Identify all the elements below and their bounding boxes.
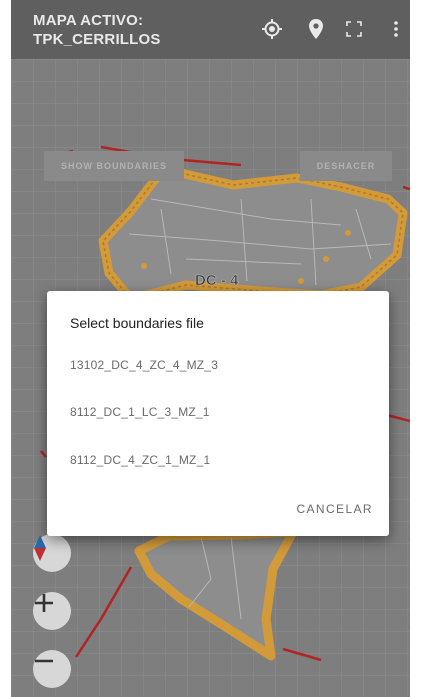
boundary-file-option[interactable]: 13102_DC_4_ZC_4_MZ_3 xyxy=(70,358,218,372)
select-boundaries-dialog: Select boundaries file 13102_DC_4_ZC_4_M… xyxy=(47,291,389,536)
fullscreen-icon[interactable] xyxy=(339,14,369,44)
my-location-icon[interactable] xyxy=(257,14,287,44)
title-line-2: TPK_CERRILLOS xyxy=(33,31,161,48)
title-line-1: MAPA ACTIVO: xyxy=(33,12,144,29)
zoom-in-icon xyxy=(35,594,53,612)
active-map-title: MAPA ACTIVO: TPK_CERRILLOS xyxy=(33,11,161,49)
show-boundaries-button[interactable]: SHOW BOUNDARIES xyxy=(44,151,184,181)
zoom-in-button[interactable] xyxy=(33,592,71,630)
district-label: DC - 4 xyxy=(195,272,239,289)
compass-icon xyxy=(34,535,46,561)
boundary-file-option[interactable]: 8112_DC_1_LC_3_MZ_1 xyxy=(70,405,210,419)
boundary-file-option[interactable]: 8112_DC_4_ZC_1_MZ_1 xyxy=(70,453,210,467)
dialog-title: Select boundaries file xyxy=(70,315,204,331)
compass-button[interactable] xyxy=(33,534,71,572)
undo-button[interactable]: DESHACER xyxy=(300,151,392,181)
place-marker-icon[interactable] xyxy=(301,14,331,44)
cancel-button[interactable]: CANCELAR xyxy=(296,502,373,516)
app-bar: MAPA ACTIVO: TPK_CERRILLOS xyxy=(11,0,410,59)
zoom-out-button[interactable] xyxy=(33,650,71,688)
more-vert-icon[interactable] xyxy=(386,14,406,44)
zoom-out-icon xyxy=(35,659,53,663)
